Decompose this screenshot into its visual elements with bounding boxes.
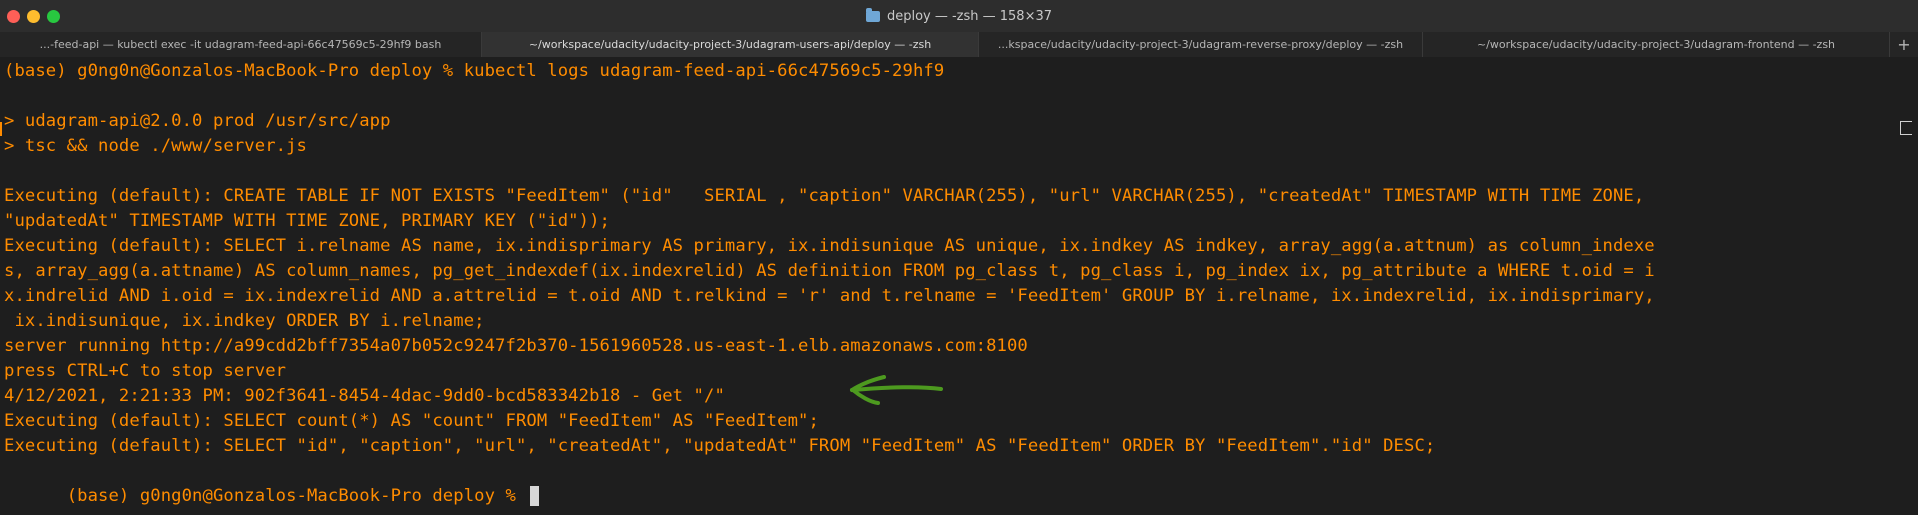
terminal-line: "updatedAt" TIMESTAMP WITH TIME ZONE, PR…: [4, 211, 610, 231]
line-marker: [0, 122, 2, 136]
terminal-line: Executing (default): SELECT "id", "capti…: [4, 436, 1436, 456]
terminal-line: x.indrelid AND i.oid = ix.indexrelid AND…: [4, 286, 1655, 306]
titlebar: deploy — -zsh — 158×37: [0, 0, 1918, 33]
window-title-wrap: deploy — -zsh — 158×37: [0, 0, 1918, 32]
tab-reverse-proxy[interactable]: ...kspace/udacity/udacity-project-3/udag…: [979, 32, 1423, 57]
terminal-line: > udagram-api@2.0.0 prod /usr/src/app: [4, 111, 391, 131]
folder-icon: [865, 7, 880, 22]
new-tab-button[interactable]: +: [1890, 32, 1918, 57]
terminal-line: 4/12/2021, 2:21:33 PM: 902f3641-8454-4da…: [4, 386, 725, 406]
prompt-text: (base) g0ng0n@Gonzalos-MacBook-Pro deplo…: [66, 486, 527, 506]
tab-label: ...kspace/udacity/udacity-project-3/udag…: [997, 38, 1404, 51]
prompt-line[interactable]: (base) g0ng0n@Gonzalos-MacBook-Pro deplo…: [4, 459, 540, 515]
tab-label: ~/workspace/udacity/udacity-project-3/ud…: [528, 38, 932, 51]
terminal-line: (base) g0ng0n@Gonzalos-MacBook-Pro deplo…: [4, 61, 945, 81]
terminal-output[interactable]: (base) g0ng0n@Gonzalos-MacBook-Pro deplo…: [0, 57, 1918, 515]
tab-frontend[interactable]: ~/workspace/udacity/udacity-project-3/ud…: [1423, 32, 1890, 57]
terminal-line: Executing (default): CREATE TABLE IF NOT…: [4, 186, 1645, 206]
tab-bar: ...-feed-api — kubectl exec -it udagram-…: [0, 32, 1918, 58]
terminal-line: s, array_agg(a.attname) AS column_names,…: [4, 261, 1655, 281]
terminal-window: deploy — -zsh — 158×37 ...-feed-api — ku…: [0, 0, 1918, 515]
terminal-line: ix.indisunique, ix.indkey ORDER BY i.rel…: [4, 311, 485, 331]
scroll-marker-icon: [1900, 121, 1912, 135]
terminal-line: press CTRL+C to stop server: [4, 361, 287, 381]
tab-users-api[interactable]: ~/workspace/udacity/udacity-project-3/ud…: [482, 32, 979, 57]
cursor: [530, 486, 540, 506]
tab-label: ~/workspace/udacity/udacity-project-3/ud…: [1476, 38, 1836, 51]
terminal-line: Executing (default): SELECT count(*) AS …: [4, 411, 819, 431]
tab-label: ...-feed-api — kubectl exec -it udagram-…: [39, 38, 442, 51]
terminal-line: > tsc && node ./www/server.js: [4, 136, 307, 156]
tab-feed-api[interactable]: ...-feed-api — kubectl exec -it udagram-…: [0, 32, 482, 57]
window-title: deploy — -zsh — 158×37: [886, 8, 1053, 24]
terminal-line: Executing (default): SELECT i.relname AS…: [4, 236, 1655, 256]
annotation-arrow-icon: [850, 375, 943, 405]
terminal-line: server running http://a99cdd2bff7354a07b…: [4, 336, 1028, 356]
